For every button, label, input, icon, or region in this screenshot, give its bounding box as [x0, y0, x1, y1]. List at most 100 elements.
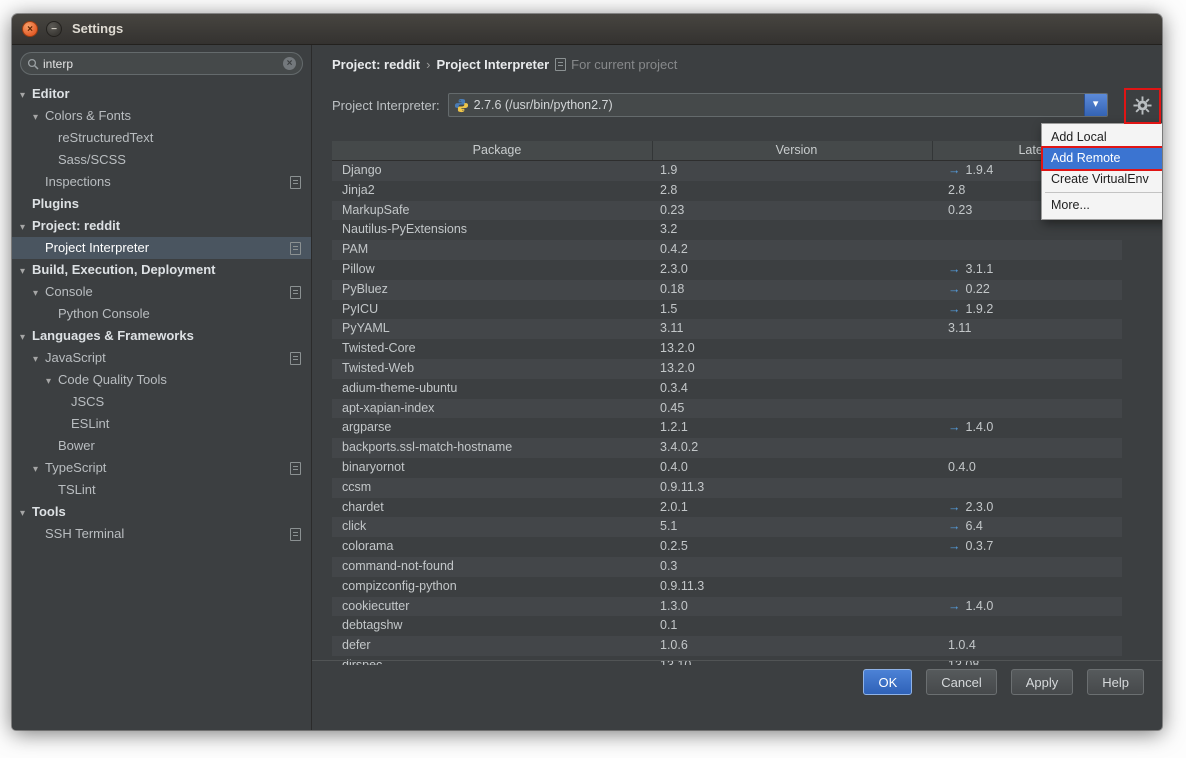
sidebar-item-label: Python Console [58, 306, 150, 321]
column-header-version[interactable]: Version [652, 141, 932, 160]
table-row[interactable]: Nautilus-PyExtensions 3.2 → [332, 220, 1122, 240]
table-row[interactable]: MarkupSafe 0.23 →0.23 [332, 201, 1122, 221]
table-row[interactable]: Django 1.9 →1.9.4 [332, 161, 1122, 181]
sidebar-item-label: TypeScript [45, 460, 106, 475]
sidebar-item-label: SSH Terminal [45, 526, 124, 541]
sidebar-item-jscs[interactable]: ▾JSCS [12, 391, 311, 413]
latest-cell: →6.4 [932, 517, 1122, 537]
apply-button[interactable]: Apply [1011, 669, 1074, 695]
table-row[interactable]: ccsm 0.9.11.3 → [332, 478, 1122, 498]
table-row[interactable]: command-not-found 0.3 → [332, 557, 1122, 577]
sidebar-item-python-console[interactable]: ▾Python Console [12, 303, 311, 325]
version-cell: 0.4.2 [652, 240, 932, 260]
table-row[interactable]: chardet 2.0.1 →2.3.0 [332, 498, 1122, 518]
table-row[interactable]: binaryornot 0.4.0 →0.4.0 [332, 458, 1122, 478]
version-cell: 0.9.11.3 [652, 478, 932, 498]
package-name-cell: debtagshw [332, 616, 652, 636]
version-cell: 0.3 [652, 557, 932, 577]
gear-button[interactable] [1130, 93, 1154, 117]
copy-settings-icon [290, 286, 301, 299]
chevron-down-icon[interactable]: ▾ [46, 371, 58, 393]
table-row[interactable]: adium-theme-ubuntu 0.3.4 → [332, 379, 1122, 399]
search-icon [27, 58, 39, 70]
table-row[interactable]: Twisted-Web 13.2.0 → [332, 359, 1122, 379]
sidebar-item-plugins[interactable]: ▾Plugins [12, 193, 311, 215]
table-row[interactable]: PyYAML 3.11 →3.11 [332, 319, 1122, 339]
chevron-down-icon[interactable]: ▾ [20, 327, 32, 349]
sidebar-item-typescript[interactable]: ▾TypeScript [12, 457, 311, 479]
chevron-down-icon[interactable]: ▾ [33, 107, 45, 129]
table-row[interactable]: debtagshw 0.1 → [332, 616, 1122, 636]
latest-cell: →2.3.0 [932, 498, 1122, 518]
sidebar-item-code-quality-tools[interactable]: ▾Code Quality Tools [12, 369, 311, 391]
sidebar-item-restructuredtext[interactable]: ▾reStructuredText [12, 127, 311, 149]
menu-item-add-remote[interactable]: Add Remote [1043, 148, 1162, 169]
upgrade-arrow-icon: → [948, 282, 961, 296]
menu-item-create-virtualenv[interactable]: Create VirtualEnv [1043, 169, 1162, 190]
sidebar-item-editor[interactable]: ▾Editor [12, 83, 311, 105]
table-row[interactable]: PyBluez 0.18 →0.22 [332, 280, 1122, 300]
table-row[interactable]: defer 1.0.6 →1.0.4 [332, 636, 1122, 656]
column-header-package[interactable]: Package [332, 141, 652, 160]
search-input[interactable] [39, 57, 283, 71]
version-cell: 5.1 [652, 517, 932, 537]
titlebar[interactable]: × − Settings [12, 14, 1162, 45]
ok-button[interactable]: OK [863, 669, 912, 695]
package-name-cell: backports.ssl-match-hostname [332, 438, 652, 458]
sidebar-item-tools[interactable]: ▾Tools [12, 501, 311, 523]
sidebar-item-label: Sass/SCSS [58, 152, 126, 167]
menu-item-add-local[interactable]: Add Local [1043, 127, 1162, 148]
sidebar-item-sass-scss[interactable]: ▾Sass/SCSS [12, 149, 311, 171]
window-title: Settings [72, 14, 123, 44]
table-row[interactable]: argparse 1.2.1 →1.4.0 [332, 418, 1122, 438]
sidebar-item-colors-fonts[interactable]: ▾Colors & Fonts [12, 105, 311, 127]
sidebar-item-project-reddit[interactable]: ▾Project: reddit [12, 215, 311, 237]
latest-cell: → [932, 359, 1122, 379]
package-table: Package Version Latest Django 1.9 →1.9.4… [332, 141, 1122, 665]
copy-settings-icon [290, 242, 301, 255]
table-row[interactable]: compizconfig-python 0.9.11.3 → [332, 577, 1122, 597]
version-cell: 1.0.6 [652, 636, 932, 656]
chevron-down-icon[interactable]: ▾ [33, 349, 45, 371]
table-row[interactable]: apt-xapian-index 0.45 → [332, 399, 1122, 419]
interpreter-combo[interactable]: 2.7.6 (/usr/bin/python2.7) ▾ [448, 93, 1108, 117]
breadcrumb-project: Project: reddit [332, 57, 420, 72]
clear-search-icon[interactable]: × [283, 57, 296, 70]
settings-search-box[interactable]: × [20, 52, 303, 75]
combo-dropdown-button[interactable]: ▾ [1084, 94, 1107, 116]
project-scope-icon [555, 58, 566, 71]
sidebar-item-javascript[interactable]: ▾JavaScript [12, 347, 311, 369]
chevron-down-icon[interactable]: ▾ [20, 261, 32, 283]
table-row[interactable]: Jinja2 2.8 →2.8 [332, 181, 1122, 201]
sidebar-item-console[interactable]: ▾Console [12, 281, 311, 303]
help-button[interactable]: Help [1087, 669, 1144, 695]
table-row[interactable]: cookiecutter 1.3.0 →1.4.0 [332, 597, 1122, 617]
sidebar-item-project-interpreter[interactable]: ▾Project Interpreter [12, 237, 311, 259]
table-row[interactable]: PAM 0.4.2 → [332, 240, 1122, 260]
cancel-button[interactable]: Cancel [926, 669, 996, 695]
sidebar-item-bower[interactable]: ▾Bower [12, 435, 311, 457]
chevron-down-icon[interactable]: ▾ [33, 459, 45, 481]
menu-item-more[interactable]: More... [1043, 195, 1162, 216]
chevron-down-icon[interactable]: ▾ [20, 503, 32, 525]
sidebar-item-tslint[interactable]: ▾TSLint [12, 479, 311, 501]
table-row[interactable]: click 5.1 →6.4 [332, 517, 1122, 537]
sidebar-item-label: TSLint [58, 482, 96, 497]
chevron-down-icon[interactable]: ▾ [20, 217, 32, 239]
minimize-button[interactable]: − [46, 21, 62, 37]
table-row[interactable]: colorama 0.2.5 →0.3.7 [332, 537, 1122, 557]
chevron-down-icon[interactable]: ▾ [33, 283, 45, 305]
table-row[interactable]: backports.ssl-match-hostname 3.4.0.2 → [332, 438, 1122, 458]
sidebar-item-inspections[interactable]: ▾Inspections [12, 171, 311, 193]
version-cell: 13.2.0 [652, 359, 932, 379]
table-row[interactable]: Twisted-Core 13.2.0 → [332, 339, 1122, 359]
sidebar-item-languages-frameworks[interactable]: ▾Languages & Frameworks [12, 325, 311, 347]
interpreter-label: Project Interpreter: [332, 98, 440, 113]
chevron-down-icon[interactable]: ▾ [20, 85, 32, 107]
sidebar-item-eslint[interactable]: ▾ESLint [12, 413, 311, 435]
table-row[interactable]: PyICU 1.5 →1.9.2 [332, 300, 1122, 320]
table-row[interactable]: Pillow 2.3.0 →3.1.1 [332, 260, 1122, 280]
sidebar-item-ssh-terminal[interactable]: ▾SSH Terminal [12, 523, 311, 545]
sidebar-item-build-execution-deployment[interactable]: ▾Build, Execution, Deployment [12, 259, 311, 281]
close-button[interactable]: × [22, 21, 38, 37]
